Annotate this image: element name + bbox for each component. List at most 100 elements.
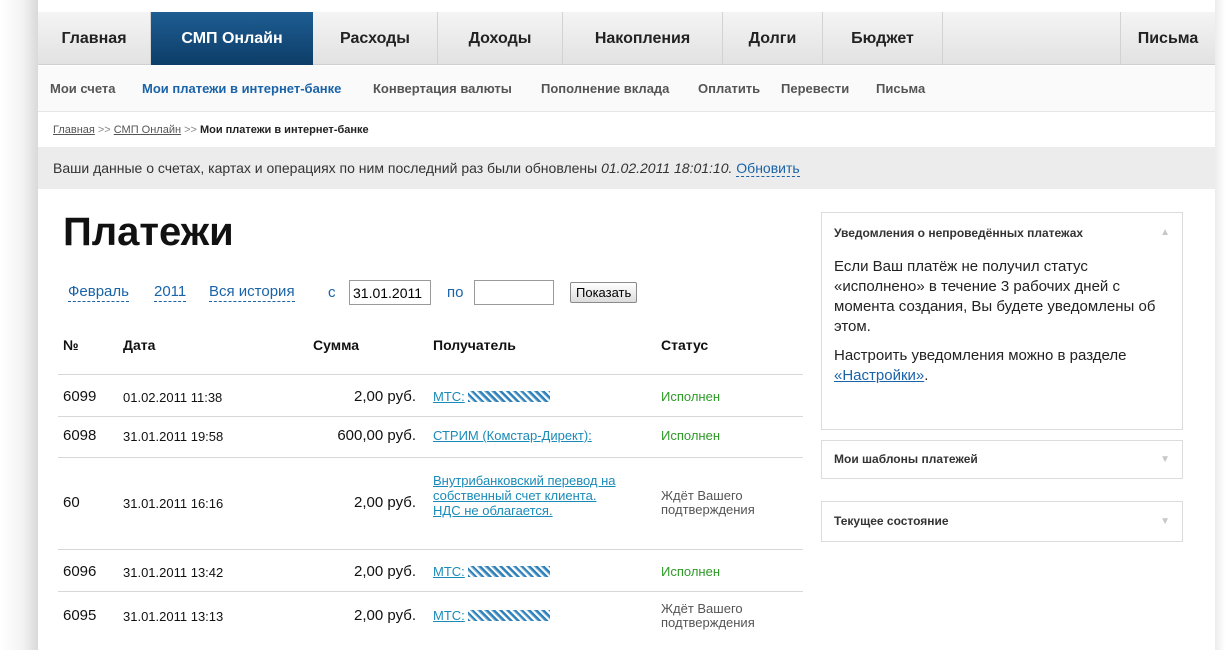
subnav-currency-conversion[interactable]: Конвертация валюты <box>373 66 512 112</box>
column-header-sum: Сумма <box>313 337 360 353</box>
payment-status: Исполнен <box>661 428 721 443</box>
templates-panel-header[interactable]: Мои шаблоны платежей ▼ <box>822 441 1182 478</box>
subnav-pay[interactable]: Оплатить <box>698 66 760 112</box>
date-from-input[interactable] <box>349 280 431 305</box>
expand-arrow-icon[interactable]: ▼ <box>1160 441 1170 478</box>
filter-month-link[interactable]: Февраль <box>68 283 129 302</box>
payments-table: № Дата Сумма Получатель Статус 6099 01.0… <box>58 325 803 636</box>
payment-date: 31.01.2011 19:58 <box>123 429 224 444</box>
payment-sum: 2,00 руб. <box>354 563 416 580</box>
expand-arrow-icon[interactable]: ▼ <box>1160 502 1170 541</box>
page-shadow-right <box>1215 0 1225 650</box>
subnav-deposit-topup[interactable]: Пополнение вклада <box>541 66 669 112</box>
page-shadow-left <box>0 0 38 650</box>
payment-sum: 600,00 руб. <box>337 427 416 444</box>
payment-recipient-link[interactable]: МТС: <box>433 389 633 404</box>
notifications-panel-title: Уведомления о непроведённых платежах <box>834 226 1084 240</box>
payment-status: Исполнен <box>661 389 721 404</box>
nav-tab-debts[interactable]: Долги <box>723 12 823 65</box>
show-button[interactable]: Показать <box>570 282 638 303</box>
templates-panel-title: Мои шаблоны платежей <box>834 452 978 466</box>
payment-recipient-link[interactable]: МТС: <box>433 608 633 623</box>
page: Главная СМП Онлайн Расходы Доходы Накопл… <box>38 0 1215 650</box>
filter-from-label: с <box>328 284 336 301</box>
payment-recipient-link[interactable]: МТС: <box>433 564 633 579</box>
nav-tab-budget[interactable]: Бюджет <box>823 12 943 65</box>
current-state-panel-header[interactable]: Текущее состояние ▼ <box>822 502 1182 541</box>
top-navigation: Главная СМП Онлайн Расходы Доходы Накопл… <box>38 12 1215 65</box>
update-timestamp: 01.02.2011 18:01:10. <box>601 160 733 176</box>
recipient-name: МТС: <box>433 564 465 579</box>
payment-number: 6099 <box>63 388 97 405</box>
payment-date: 01.02.2011 11:38 <box>123 390 223 405</box>
update-info-bar: Ваши данные о счетах, картах и операциях… <box>38 147 1215 189</box>
subnav-my-accounts[interactable]: Мои счета <box>50 66 115 112</box>
payment-date: 31.01.2011 13:13 <box>123 609 224 624</box>
nav-tab-expenses[interactable]: Расходы <box>313 12 438 65</box>
column-header-number: № <box>63 337 79 353</box>
notifications-panel-body: Если Ваш платёж не получил статус «испол… <box>822 253 1182 396</box>
breadcrumb-smp-link[interactable]: СМП Онлайн <box>114 124 181 136</box>
nav-tab-savings[interactable]: Накопления <box>563 12 723 65</box>
payment-number: 6098 <box>63 427 97 444</box>
column-header-date: Дата <box>123 337 156 353</box>
nav-tab-letters[interactable]: Письма <box>1120 12 1215 65</box>
table-row[interactable]: 6096 31.01.2011 13:42 2,00 руб. МТС: Исп… <box>58 550 803 592</box>
masked-phone-number <box>467 566 550 577</box>
current-state-panel[interactable]: Текущее состояние ▼ <box>821 501 1183 542</box>
payment-date: 31.01.2011 13:42 <box>123 565 224 580</box>
breadcrumb-separator: >> <box>184 124 197 136</box>
notifications-settings-text: Настроить уведомления можно в разделе «Н… <box>834 346 1170 386</box>
table-row[interactable]: 6095 31.01.2011 13:13 2,00 руб. МТС: Ждё… <box>58 592 803 636</box>
table-row[interactable]: 60 31.01.2011 16:16 2,00 руб. Внутрибанк… <box>58 458 803 550</box>
subnav-my-payments[interactable]: Мои платежи в интернет-банке <box>142 66 341 112</box>
collapse-arrow-icon[interactable]: ▲ <box>1160 213 1170 253</box>
settings-link[interactable]: «Настройки» <box>834 367 924 384</box>
nav-tab-income[interactable]: Доходы <box>438 12 563 65</box>
payment-status: Ждёт Вашего подтверждения <box>661 601 755 630</box>
masked-phone-number <box>467 610 550 621</box>
templates-panel[interactable]: Мои шаблоны платежей ▼ <box>821 440 1183 479</box>
refresh-link[interactable]: Обновить <box>736 160 800 177</box>
filter-to-label: по <box>447 284 464 301</box>
update-info-text: Ваши данные о счетах, картах и операциях… <box>53 160 598 176</box>
filter-all-history-link[interactable]: Вся история <box>209 283 295 302</box>
filter-year-link[interactable]: 2011 <box>154 283 187 302</box>
payment-sum: 2,00 руб. <box>354 494 416 511</box>
subnav-transfer[interactable]: Перевести <box>781 66 849 112</box>
payment-sum: 2,00 руб. <box>354 388 416 405</box>
notifications-panel: Уведомления о непроведённых платежах ▲ Е… <box>821 212 1183 430</box>
date-to-input[interactable] <box>474 280 554 305</box>
notifications-text: Если Ваш платёж не получил статус «испол… <box>834 258 1156 335</box>
recipient-name: МТС: <box>433 608 465 623</box>
settings-tail: . <box>924 367 929 384</box>
breadcrumb-current: Мои платежи в интернет-банке <box>199 124 369 136</box>
table-row[interactable]: 6098 31.01.2011 19:58 600,00 руб. СТРИМ … <box>58 417 803 458</box>
payment-number: 6095 <box>63 607 97 624</box>
nav-tab-home[interactable]: Главная <box>38 12 151 65</box>
settings-hint: Настроить уведомления можно в разделе <box>834 347 1127 364</box>
table-header: № Дата Сумма Получатель Статус <box>58 325 803 375</box>
breadcrumb-separator: >> <box>97 124 111 136</box>
payment-status: Исполнен <box>661 564 721 579</box>
payment-sum: 2,00 руб. <box>354 607 416 624</box>
payment-recipient-link[interactable]: Внутрибанковский перевод на собственный … <box>433 473 623 518</box>
breadcrumb-home-link[interactable]: Главная <box>53 124 95 136</box>
masked-phone-number <box>467 391 550 402</box>
payment-status: Ждёт Вашего подтверждения <box>661 488 755 517</box>
payment-number: 6096 <box>63 563 97 580</box>
recipient-name: МТС: <box>433 389 465 404</box>
notifications-panel-header[interactable]: Уведомления о непроведённых платежах ▲ <box>822 213 1182 253</box>
payment-date: 31.01.2011 16:16 <box>123 496 224 511</box>
breadcrumb: Главная >> СМП Онлайн >> Мои платежи в интер… <box>53 118 369 142</box>
column-header-status: Статус <box>661 337 709 353</box>
nav-tab-smp-online[interactable]: СМП Онлайн <box>151 12 313 65</box>
column-header-recipient: Получатель <box>433 337 516 353</box>
page-title: Платежи <box>63 210 234 254</box>
payment-recipient-link[interactable]: СТРИМ (Комстар-Директ): <box>433 428 633 443</box>
payment-number: 60 <box>63 494 80 511</box>
sub-navigation: Мои счета Мои платежи в интернет-банке К… <box>38 66 1215 112</box>
subnav-letters[interactable]: Письма <box>876 66 925 112</box>
current-state-panel-title: Текущее состояние <box>834 514 949 528</box>
table-row[interactable]: 6099 01.02.2011 11:38 2,00 руб. МТС: Исп… <box>58 375 803 417</box>
